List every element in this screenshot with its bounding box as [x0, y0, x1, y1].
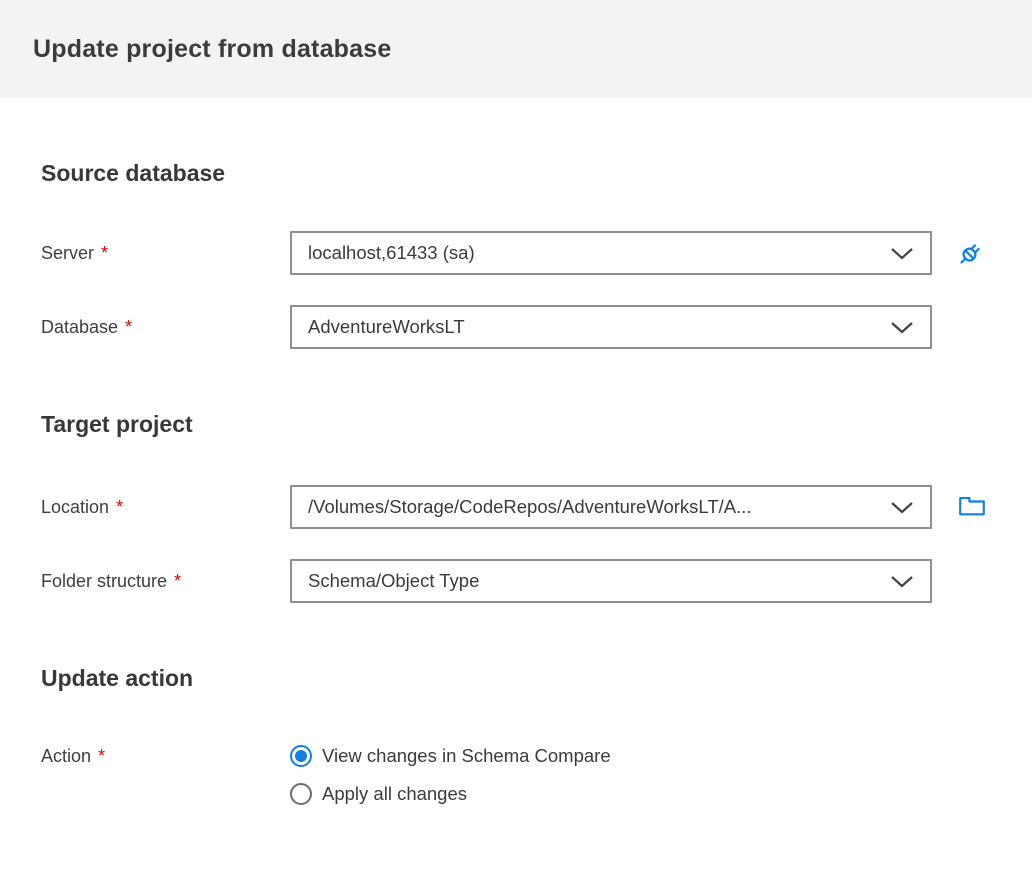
database-row: Database * AdventureWorksLT — [41, 305, 991, 349]
chevron-down-icon — [890, 501, 914, 514]
radio-dot — [295, 750, 307, 762]
server-dropdown-value: localhost,61433 (sa) — [308, 242, 475, 263]
required-asterisk: * — [101, 242, 109, 263]
dialog-title: Update project from database — [33, 34, 392, 63]
database-dropdown[interactable]: AdventureWorksLT — [290, 305, 932, 349]
chevron-down-icon — [890, 321, 914, 334]
browse-folder-button[interactable] — [955, 490, 989, 524]
folder-structure-row: Folder structure * Schema/Object Type — [41, 559, 991, 603]
location-dropdown[interactable]: /Volumes/Storage/CodeRepos/AdventureWork… — [290, 485, 932, 529]
section-title-target-project: Target project — [41, 411, 193, 437]
server-row: Server * localhost,61433 (sa) — [41, 231, 991, 275]
folder-structure-dropdown-value: Schema/Object Type — [308, 570, 480, 591]
location-label: Location * — [41, 496, 124, 517]
database-dropdown-value: AdventureWorksLT — [308, 316, 465, 337]
section-title-update-action: Update action — [41, 665, 194, 691]
dialog-header: Update project from database — [0, 0, 1032, 98]
radio-apply-all-changes[interactable]: Apply all changes — [290, 783, 611, 805]
database-label: Database * — [41, 316, 133, 337]
required-asterisk: * — [125, 316, 133, 337]
radio-label: Apply all changes — [322, 783, 468, 804]
required-asterisk: * — [98, 746, 106, 766]
server-dropdown[interactable]: localhost,61433 (sa) — [290, 231, 932, 275]
location-row: Location * /Volumes/Storage/CodeRepos/Adv… — [41, 485, 991, 529]
connect-server-button[interactable] — [955, 236, 989, 270]
radio-view-changes-in-schema-compare[interactable]: View changes in Schema Compare — [290, 745, 611, 767]
action-radio-group: View changes in Schema Compare Apply all… — [290, 745, 611, 805]
radio-label: View changes in Schema Compare — [322, 745, 611, 766]
action-label: Action * — [41, 746, 106, 766]
folder-icon — [957, 493, 987, 522]
radio-circle-icon — [290, 783, 312, 805]
connect-plug-icon — [955, 235, 989, 272]
action-row: Action * View changes in Schema Compare A… — [41, 745, 991, 805]
location-dropdown-value: /Volumes/Storage/CodeRepos/AdventureWork… — [308, 496, 752, 517]
server-label: Server * — [41, 242, 109, 263]
radio-circle-icon — [290, 745, 312, 767]
dialog-body: Source database Server * localhost,61433 … — [0, 159, 1032, 805]
folder-structure-dropdown[interactable]: Schema/Object Type — [290, 559, 932, 603]
section-title-source-database: Source database — [41, 160, 226, 186]
required-asterisk: * — [116, 496, 124, 517]
required-asterisk: * — [174, 570, 182, 591]
chevron-down-icon — [890, 247, 914, 260]
chevron-down-icon — [890, 575, 914, 588]
folder-structure-label: Folder structure * — [41, 570, 182, 591]
